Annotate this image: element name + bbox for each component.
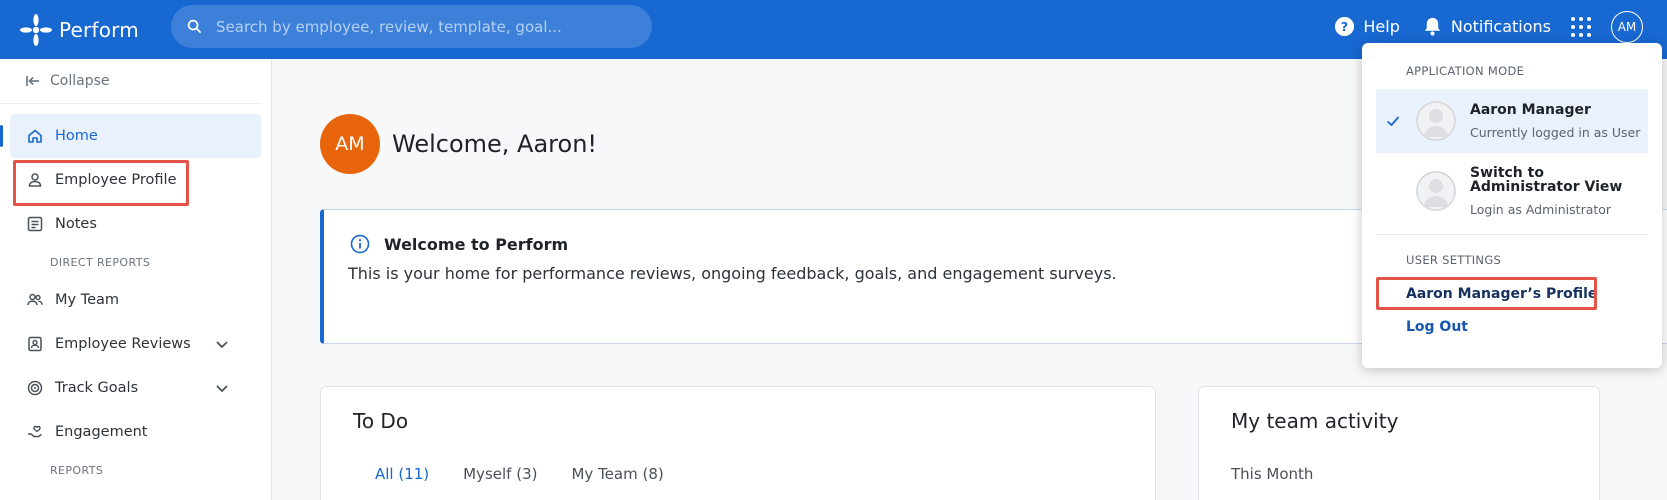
sidebar-item-label: Home: [55, 128, 98, 144]
help-icon: ?: [1335, 16, 1355, 37]
apps-grid-icon[interactable]: [1571, 16, 1591, 37]
option-subtitle: Currently logged in as User: [1470, 124, 1641, 140]
notifications-button[interactable]: Notifications: [1422, 16, 1551, 37]
help-label: Help: [1363, 17, 1400, 36]
app-logo[interactable]: Perform: [17, 11, 139, 49]
sidebar-item-notes[interactable]: Notes: [0, 202, 271, 246]
search-bar[interactable]: [171, 5, 652, 48]
search-icon: [187, 19, 201, 33]
page-title: Welcome, Aaron!: [392, 130, 598, 158]
review-icon: [28, 336, 42, 352]
target-icon: [27, 380, 43, 396]
sidebar-item-my-team[interactable]: My Team: [0, 278, 271, 322]
tab-all[interactable]: All (11): [375, 465, 429, 483]
menu-divider: [1376, 234, 1648, 235]
application-mode-label: APPLICATION MODE: [1406, 64, 1525, 78]
section-label-reports: REPORTS: [50, 463, 104, 477]
help-button[interactable]: ? Help: [1334, 16, 1400, 37]
engagement-icon: [28, 425, 42, 438]
chevron-down-icon[interactable]: [214, 380, 230, 396]
sidebar: Collapse Home Employee Profile Notes DIR…: [0, 59, 272, 500]
team-icon: [27, 293, 43, 306]
todo-card: To Do All (11) Myself (3) My Team (8): [320, 386, 1156, 500]
sidebar-item-employee-profile[interactable]: Employee Profile: [0, 158, 271, 202]
tab-myself[interactable]: Myself (3): [463, 465, 537, 483]
chevron-down-icon[interactable]: [214, 336, 230, 352]
option-title: Aaron Manager: [1470, 101, 1591, 118]
sidebar-item-label: Engagement: [55, 424, 148, 440]
avatar-placeholder-icon: [1416, 101, 1456, 141]
info-icon: [350, 234, 370, 254]
option-title: Switch to Administrator View: [1470, 164, 1623, 195]
welcome-header: AM Welcome, Aaron!: [320, 114, 597, 174]
user-avatar: AM: [320, 114, 380, 174]
info-title: Welcome to Perform: [384, 234, 569, 254]
sidebar-item-label: Employee Reviews: [55, 336, 191, 352]
sidebar-item-engagement[interactable]: Engagement: [0, 410, 271, 454]
person-icon: [28, 173, 42, 187]
home-icon: [28, 129, 42, 143]
sidebar-item-label: My Team: [55, 292, 120, 308]
user-settings-label: USER SETTINGS: [1406, 253, 1502, 267]
my-profile-link[interactable]: Aaron Manager’s Profile: [1406, 286, 1597, 302]
team-activity-card: My team activity This Month: [1198, 386, 1600, 500]
logout-link[interactable]: Log Out: [1406, 319, 1468, 335]
mode-option-administrator[interactable]: Switch to Administrator View Login as Ad…: [1376, 155, 1648, 227]
todo-tabs: All (11) Myself (3) My Team (8): [375, 465, 698, 483]
check-icon: [1386, 116, 1400, 127]
user-menu-dropdown: APPLICATION MODE Aaron Manager Currently…: [1362, 43, 1662, 368]
sidebar-item-label: Notes: [55, 216, 97, 232]
team-activity-title: My team activity: [1231, 409, 1399, 433]
collapse-arrow-icon: [26, 76, 39, 86]
section-label-direct-reports: DIRECT REPORTS: [50, 255, 151, 269]
collapse-button[interactable]: Collapse: [0, 59, 261, 104]
perform-logo-icon: [20, 13, 52, 46]
option-subtitle: Login as Administrator: [1470, 201, 1612, 217]
user-avatar-button[interactable]: AM: [1611, 10, 1643, 43]
notifications-label: Notifications: [1450, 17, 1551, 36]
bell-icon: [1424, 17, 1440, 36]
sidebar-item-employee-reviews[interactable]: Employee Reviews: [0, 322, 271, 366]
collapse-label: Collapse: [50, 73, 110, 89]
search-input[interactable]: [216, 17, 626, 36]
team-activity-period: This Month: [1231, 465, 1314, 483]
app-name: Perform: [59, 17, 139, 42]
mode-option-user[interactable]: Aaron Manager Currently logged in as Use…: [1376, 89, 1648, 153]
sidebar-item-track-goals[interactable]: Track Goals: [0, 366, 271, 410]
avatar-placeholder-icon: [1416, 171, 1456, 211]
sidebar-item-label: Employee Profile: [55, 172, 177, 188]
sidebar-item-home[interactable]: Home: [0, 114, 261, 158]
sidebar-item-label: Track Goals: [55, 380, 139, 396]
notes-icon: [27, 216, 43, 232]
svg-text:?: ?: [1341, 19, 1348, 34]
tab-my-team[interactable]: My Team (8): [571, 465, 663, 483]
todo-title: To Do: [353, 409, 409, 433]
